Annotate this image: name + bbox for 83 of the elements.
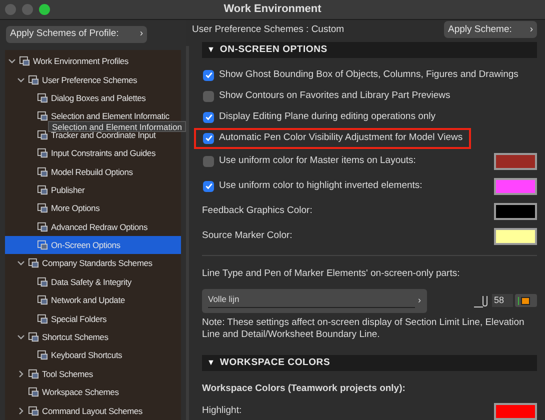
chevron-down-icon[interactable] [8,57,16,66]
line-type-label: Line Type and Pen of Marker Elements' on-screen-only parts: [202,266,461,280]
window-icon [28,406,39,416]
tree-item[interactable]: Data Safety & Integrity [5,272,181,292]
tree-item[interactable]: Dialog Boxes and Palettes [5,88,181,108]
window-icon [28,387,39,398]
window-title: Work Environment [224,2,322,18]
color-swatch[interactable] [494,228,537,245]
option-label: Highlight: [202,404,242,418]
tree-item[interactable]: Command Layout Schemes [5,401,181,420]
section-title: WORKSPACE COLORS [220,356,330,370]
tooltip: Selection and Element Information [48,121,186,132]
note-text: Note: These settings affect on-screen display of Section Limit Line, Elevation Line and Detail/Worksheet Boundary Line. [202,316,526,341]
checkbox[interactable] [203,156,214,167]
color-swatch[interactable] [494,202,537,220]
option-label: Display Editing Plane during editing operations only [219,110,436,124]
window-icon [37,222,48,232]
tree-item[interactable]: Shortcut Schemes [5,328,181,346]
option-label: Feedback Graphics Color: [202,204,312,218]
window-icon [37,314,48,324]
tree-item[interactable]: Publisher [5,180,181,200]
chevron-down-icon[interactable] [17,333,25,342]
tree-item[interactable]: On-Screen Options [5,236,181,254]
window-icon [37,111,48,122]
window-icon [37,350,48,360]
option-label: Show Ghost Bounding Box of Objects, Columns, Figures and Drawings [219,68,518,82]
tree-item[interactable]: Model Rebuild Options [5,162,181,181]
chevron-down-icon[interactable] [17,76,25,84]
color-swatch[interactable] [494,178,537,195]
tree-item[interactable]: Special Folders [5,309,181,328]
window-icon [37,130,48,140]
scheme-label: User Preference Schemes : Custom [192,22,344,37]
checkbox[interactable] [203,90,214,102]
checkbox[interactable] [203,70,214,81]
pen-number-field[interactable]: 58 [492,294,513,308]
section-header[interactable]: ▼ WORKSPACE COLORS [202,354,537,371]
tree-item[interactable]: Input Constraints and Guides [5,144,181,162]
color-swatch[interactable] [494,152,537,170]
window-icon [28,74,39,85]
window-icon [37,148,48,158]
option-label: Show Contours on Favorites and Library Part Previews [219,89,450,104]
collapse-icon: ▼ [207,44,215,56]
tree-item[interactable]: Workspace Schemes [5,383,181,402]
workspace-colors-title: Workspace Colors (Teamwork projects only): [202,382,406,396]
section-header[interactable]: ▼ ON-SCREEN OPTIONS [202,42,537,58]
tree-item[interactable]: Keyboard Shortcuts [5,346,181,365]
checkbox[interactable] [203,132,214,144]
window-icon [37,295,48,306]
collapse-icon: ▼ [207,356,215,369]
tree-item[interactable]: User Preference Schemes [5,70,181,89]
window-icon [19,56,30,66]
tree-item[interactable]: More Options [5,199,181,218]
window-icon [37,276,48,287]
window-icon [37,184,48,195]
line-type-dropdown[interactable]: Volle lijn › [202,288,427,313]
tree-item[interactable]: Tool Schemes [5,364,181,384]
window-icon [28,258,39,268]
window-icon [37,92,48,103]
checkbox[interactable] [203,180,214,192]
window-icon [37,240,48,250]
option-label: Use uniform color to highlight inverted elements: [219,179,422,194]
chevron-down-icon[interactable] [17,259,25,268]
option-label: Automatic Pen Color Visibility Adjustment for Model Views [219,131,463,146]
window-icon [37,203,48,214]
apply-scheme-button[interactable]: Apply Scheme: › [444,21,537,38]
chevron-right-icon[interactable] [17,406,25,415]
window-icon [28,332,39,342]
window-icon [37,166,48,177]
section-title: ON-SCREEN OPTIONS [220,42,328,57]
window-icon [28,368,39,379]
pen-icon [474,294,490,308]
chevron-right-icon[interactable] [17,370,25,378]
color-swatch[interactable] [494,403,537,420]
tree-item[interactable]: Work Environment Profiles [5,52,181,70]
pen-color-button[interactable] [515,294,537,308]
option-label: Use uniform color for Master items on Layouts: [219,154,416,168]
tree-item[interactable]: Company Standards Schemes [5,254,181,273]
tree-item[interactable]: Network and Update [5,291,181,310]
checkbox[interactable] [203,112,214,123]
zoom-button[interactable] [39,4,50,15]
tree-item[interactable]: Advanced Redraw Options [5,218,181,236]
apply-profile-button[interactable]: Apply Schemes of Profile: › [6,26,147,43]
option-label: Source Marker Color: [202,229,292,244]
